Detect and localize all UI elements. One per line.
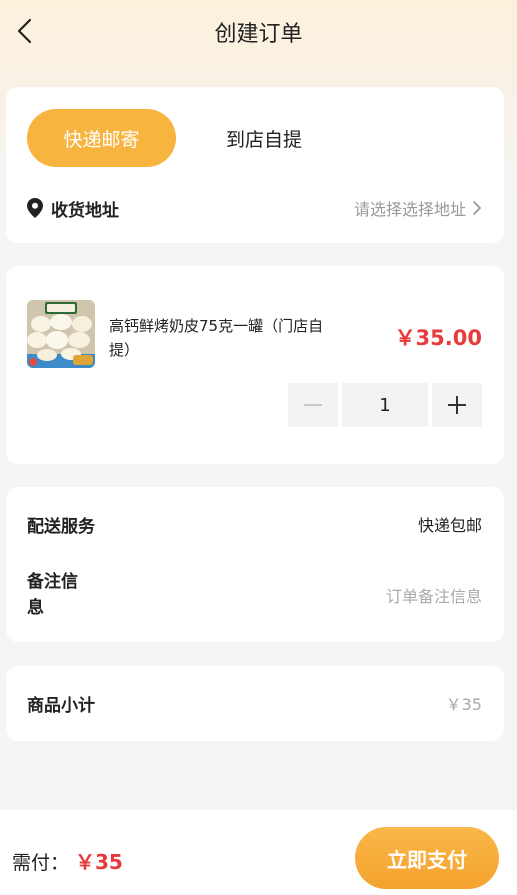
service-card: 配送服务 快递包邮 备注信息 订单备注信息 <box>6 487 504 642</box>
need-pay: 需付： ￥35 <box>12 846 123 875</box>
tab-store-pickup[interactable]: 到店自提 <box>196 109 332 167</box>
remark-label: 备注信息 <box>27 572 78 618</box>
need-pay-amount: ￥35 <box>75 850 123 874</box>
shipping-label: 配送服务 <box>27 516 95 537</box>
minus-icon <box>304 404 322 406</box>
address-label: 收货地址 <box>51 200 119 221</box>
shipping-row: 配送服务 快递包邮 <box>27 509 482 539</box>
delivery-card: 快递邮寄 到店自提 收货地址 请选择选择地址 <box>6 87 504 243</box>
address-placeholder: 请选择选择地址 <box>353 200 466 219</box>
subtotal-row: 商品小计 ￥35 <box>27 688 482 718</box>
subtotal-value: ￥35 <box>445 695 482 714</box>
need-pay-label: 需付： <box>12 852 70 874</box>
product-image <box>27 300 95 368</box>
plus-icon <box>448 396 466 414</box>
page-title: 创建订单 <box>214 22 303 47</box>
decrease-button[interactable] <box>288 383 338 427</box>
bottom-bar: 需付： ￥35 立即支付 <box>0 810 517 895</box>
subtotal-label: 商品小计 <box>27 695 95 716</box>
product-price: ￥35.00 <box>394 326 482 350</box>
pay-now-button[interactable]: 立即支付 <box>355 827 499 889</box>
location-pin-icon <box>27 198 43 218</box>
subtotal-card: 商品小计 ￥35 <box>6 666 504 741</box>
quantity-value[interactable]: 1 <box>342 383 428 427</box>
quantity-stepper: 1 <box>288 383 482 427</box>
tab-express[interactable]: 快递邮寄 <box>27 109 176 167</box>
header: 创建订单 <box>0 0 517 62</box>
product-card: 高钙鲜烤奶皮75克一罐（门店自提） ￥35.00 1 <box>6 266 504 464</box>
remark-input[interactable]: 订单备注信息 <box>386 583 482 607</box>
increase-button[interactable] <box>432 383 482 427</box>
remark-row[interactable]: 备注信息 订单备注信息 <box>27 567 482 623</box>
shipping-value: 快递包邮 <box>417 516 482 535</box>
chevron-right-icon <box>473 201 481 215</box>
address-row[interactable]: 收货地址 请选择选择地址 <box>27 193 482 223</box>
product-name: 高钙鲜烤奶皮75克一罐（门店自提） <box>109 317 324 359</box>
